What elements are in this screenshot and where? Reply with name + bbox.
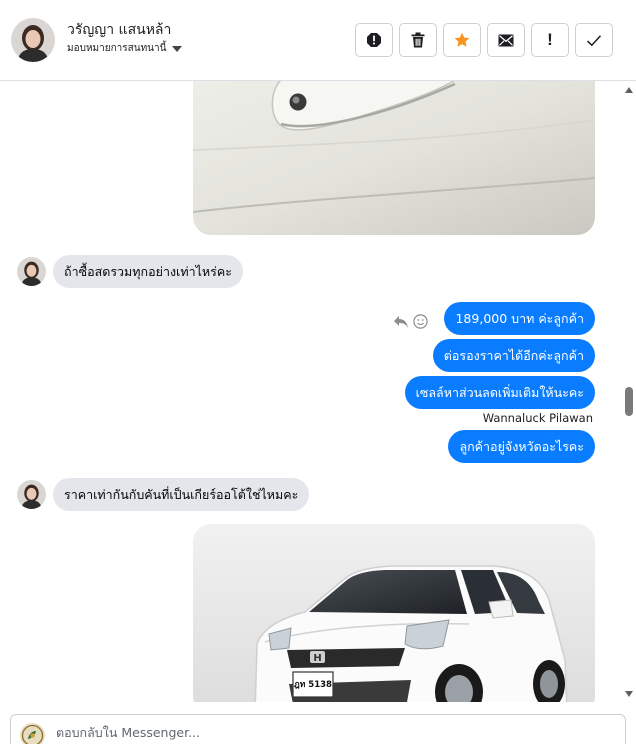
incoming-message-row: ราคาเท่ากันกับคันที่เป็นเกียร์ออโต้ใช่ไห… bbox=[17, 478, 310, 511]
octagon-alert-icon bbox=[367, 33, 381, 47]
star-button[interactable] bbox=[443, 23, 481, 57]
license-plate-text: ฎท 5138 bbox=[294, 680, 332, 690]
assign-label: มอบหมายการสนทนานี้ bbox=[67, 43, 167, 54]
sender-name-label: Wannaluck Pilawan bbox=[482, 411, 593, 425]
incoming-message-bubble[interactable]: ถ้าซื้อสดรวมทุกอย่างเท่าไหร่คะ bbox=[53, 255, 243, 288]
mark-unread-button[interactable] bbox=[487, 23, 525, 57]
incoming-message-row: ถ้าซื้อสดรวมทุกอย่างเท่าไหร่คะ bbox=[17, 255, 243, 288]
envelope-icon bbox=[498, 34, 514, 46]
caret-down-icon bbox=[172, 45, 183, 52]
reply-input[interactable] bbox=[56, 725, 576, 740]
delete-button[interactable] bbox=[399, 23, 437, 57]
shared-photo-car-door[interactable] bbox=[193, 81, 595, 235]
message-actions bbox=[393, 314, 428, 329]
checkmark-icon bbox=[586, 34, 602, 46]
scrollbar-thumb[interactable] bbox=[625, 387, 633, 416]
outgoing-message-bubble[interactable]: เซลล์หาส่วนลดเพิ่มเติมให้นะคะ bbox=[404, 376, 595, 409]
star-icon bbox=[454, 32, 470, 47]
page-avatar bbox=[20, 723, 45, 744]
shared-photo-white-car[interactable]: H ฎท 5138 bbox=[193, 524, 595, 702]
reply-icon[interactable] bbox=[393, 315, 409, 329]
exclamation-icon: ! bbox=[547, 30, 553, 49]
contact-avatar-small[interactable] bbox=[17, 257, 46, 286]
outgoing-message-bubble[interactable]: ต่อรองราคาได้อีกค่ะลูกค้า bbox=[432, 339, 595, 372]
svg-text:H: H bbox=[313, 653, 321, 664]
outgoing-message-bubble[interactable]: 189,000 บาท ค่ะลูกค้า bbox=[444, 302, 595, 335]
reply-composer bbox=[10, 714, 626, 744]
contact-avatar-small[interactable] bbox=[17, 480, 46, 509]
emoji-reaction-icon[interactable] bbox=[413, 314, 428, 329]
outgoing-message-bubble[interactable]: ลูกค้าอยู่จังหวัดอะไรคะ bbox=[448, 430, 595, 463]
conversation-toolbar: ! bbox=[355, 23, 613, 57]
follow-up-button[interactable]: ! bbox=[531, 23, 569, 57]
assign-conversation-dropdown[interactable]: มอบหมายการสนทนานี้ bbox=[67, 41, 183, 56]
trash-icon bbox=[411, 32, 425, 48]
report-spam-button[interactable] bbox=[355, 23, 393, 57]
incoming-message-bubble[interactable]: ราคาเท่ากันกับคันที่เป็นเกียร์ออโต้ใช่ไห… bbox=[53, 478, 310, 511]
message-thread[interactable]: ถ้าซื้อสดรวมทุกอย่างเท่าไหร่คะ 189,000 บ… bbox=[0, 81, 620, 702]
thread-scrollbar[interactable] bbox=[620, 81, 636, 702]
scroll-down-icon[interactable] bbox=[625, 691, 633, 697]
mark-done-button[interactable] bbox=[575, 23, 613, 57]
contact-name[interactable]: วรัญญา แสนหล้า bbox=[67, 19, 171, 41]
contact-avatar[interactable] bbox=[11, 18, 55, 62]
conversation-header: วรัญญา แสนหล้า มอบหมายการสนทนานี้ ! bbox=[0, 0, 636, 81]
scroll-up-icon[interactable] bbox=[625, 87, 633, 93]
